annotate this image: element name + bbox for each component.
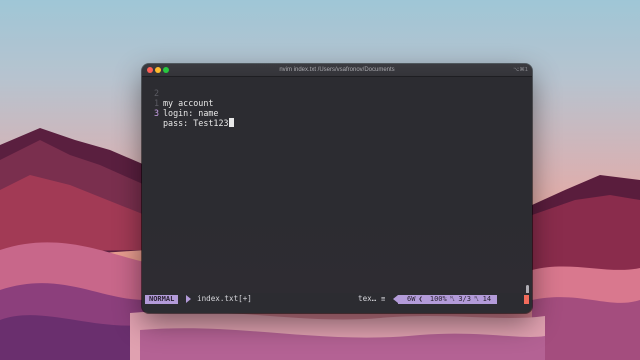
editor-line[interactable]: 1 login: name (142, 88, 219, 118)
mode-indicator: NORMAL (145, 295, 179, 304)
filetype-icon: ≡ (381, 295, 386, 303)
status-filename: index.txt[+] (197, 294, 252, 303)
chevron-left-icon: ❮ (418, 295, 423, 303)
status-line: NORMAL index.txt[+] tex… ≡ 6W ❮ 100% ␤ 3/3 ␤… (142, 293, 532, 305)
editor-area[interactable]: 2 my account 1 login: name 3 pass: Test1… (142, 77, 532, 305)
percent-through-file: 100% (429, 295, 447, 303)
editor-line[interactable]: 2 my account (142, 78, 213, 108)
line-text[interactable]: pass: Test123 (163, 118, 229, 128)
status-filetype: tex… (358, 294, 377, 303)
word-count: 6W (407, 295, 416, 303)
title-bar[interactable]: nvim index.txt /Users/vsafronov/Document… (142, 64, 532, 77)
text-cursor (228, 118, 234, 127)
cursor-line-position: 3/3 (458, 295, 471, 303)
window-title: nvim index.txt /Users/vsafronov/Document… (279, 67, 395, 73)
column-icon: ␤ (474, 295, 480, 303)
editor-line-current[interactable]: 3 pass: Test123 (142, 98, 234, 128)
terminal-window[interactable]: nvim index.txt /Users/vsafronov/Document… (142, 64, 532, 313)
line-text-current[interactable]: pass: Test123 (163, 118, 234, 128)
mode-separator (186, 295, 191, 303)
line-number: 3 (153, 108, 159, 118)
line-icon: ␤ (449, 295, 456, 303)
cursor-column: 14 (482, 295, 492, 303)
diagnostic-indicator (524, 295, 529, 304)
status-right-segment: 6W ❮ 100% ␤ 3/3 ␤ 14 (398, 295, 498, 304)
window-shortcut: ⌥⌘1 (513, 67, 528, 73)
